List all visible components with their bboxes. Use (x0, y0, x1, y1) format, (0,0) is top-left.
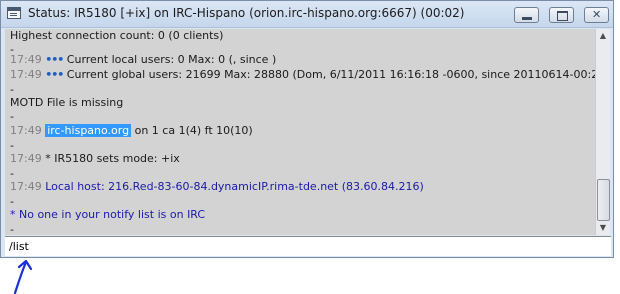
window-title: Status: IR5180 [+ix] on IRC-Hispano (ori… (28, 6, 465, 20)
log-line: - (10, 139, 14, 153)
maximize-icon (557, 11, 568, 21)
log-line: 17:49 irc-hispano.org on 1 ca 1(4) ft 10… (10, 124, 253, 138)
scroll-up-icon[interactable]: ▲ (596, 29, 610, 43)
timestamp: 17:49 (10, 53, 42, 66)
log-line: Highest connection count: 0 (0 clients) (10, 29, 223, 43)
log-line: 17:49 * IR5180 sets mode: +ix (10, 152, 180, 166)
command-input-bar[interactable] (5, 236, 611, 256)
log-line: 17:49 ••• Current local users: 0 Max: 0 … (10, 53, 276, 67)
log-text: Current global users: 21699 Max: 28880 (… (66, 68, 595, 81)
log-text: on 1 ca 1(4) ft 10(10) (134, 124, 253, 137)
hand-drawn-arrow-icon (13, 259, 33, 294)
command-input[interactable] (9, 239, 599, 254)
maximize-button[interactable] (549, 7, 574, 23)
info-dots-icon: ••• (45, 68, 64, 81)
timestamp: 17:49 (10, 180, 42, 193)
log-text: * IR5180 sets mode: +ix (45, 152, 180, 165)
log-text: - (10, 83, 14, 96)
minimize-icon (522, 17, 532, 20)
close-icon: ✕ (592, 8, 602, 21)
log-text: * No one in your notify list is on IRC (10, 208, 206, 221)
scroll-down-icon[interactable]: ▼ (596, 221, 610, 235)
log-text: - (10, 110, 14, 123)
log-text: - (10, 195, 14, 208)
info-dots-icon: ••• (45, 53, 64, 66)
log-text: Highest connection count: 0 (0 clients) (10, 29, 224, 42)
log-text: - (10, 223, 14, 235)
timestamp: 17:49 (10, 68, 42, 81)
vertical-scrollbar[interactable]: ▲ ▼ (595, 29, 610, 235)
log-line: - (10, 110, 14, 124)
minimize-button[interactable] (514, 7, 539, 23)
message-log[interactable]: Highest connection count: 0 (0 clients) … (5, 29, 595, 235)
log-line: - (10, 167, 14, 181)
log-line: - (10, 223, 14, 235)
status-window: Status: IR5180 [+ix] on IRC-Hispano (ori… (0, 0, 614, 258)
log-text: MOTD File is missing (10, 96, 124, 109)
timestamp: 17:49 (10, 152, 42, 165)
status-window-icon[interactable] (7, 7, 21, 19)
log-line: * No one in your notify list is on IRC (10, 208, 205, 222)
log-line: - (10, 83, 14, 97)
server-name-link[interactable]: irc-hispano.org (45, 124, 132, 137)
timestamp: 17:49 (10, 124, 42, 137)
log-text: Local host: 216.Red-83-60-84.dynamicIP.r… (45, 180, 424, 193)
log-line: - (10, 195, 14, 209)
log-text: Current local users: 0 Max: 0 (, since ) (66, 53, 277, 66)
scrollbar-thumb[interactable] (597, 179, 610, 221)
title-bar[interactable]: Status: IR5180 [+ix] on IRC-Hispano (ori… (1, 1, 613, 28)
log-line: 17:49 ••• Current global users: 21699 Ma… (10, 68, 595, 82)
log-line: 17:49 Local host: 216.Red-83-60-84.dynam… (10, 180, 424, 194)
log-text: - (10, 167, 14, 180)
log-line: MOTD File is missing (10, 96, 123, 110)
close-button[interactable]: ✕ (584, 7, 609, 23)
log-text: - (10, 139, 14, 152)
